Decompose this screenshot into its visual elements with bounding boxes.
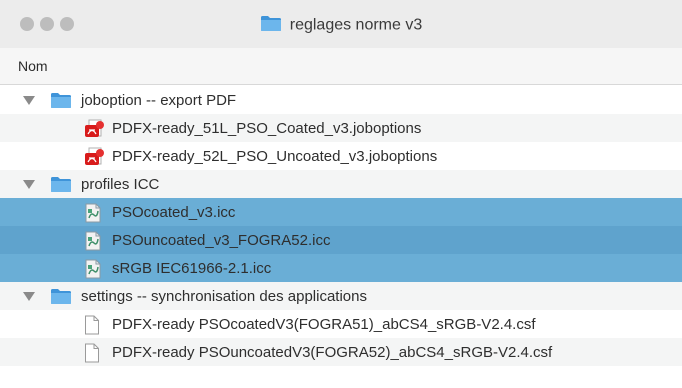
disclosure-triangle-icon[interactable]: [23, 292, 35, 301]
file-row[interactable]: PDFX-ready PSOcoatedV3(FOGRA51)_abCS4_sR…: [0, 310, 682, 338]
document-icon: [84, 343, 100, 367]
list-header: Nom: [0, 48, 682, 85]
disclosure-triangle-icon[interactable]: [23, 96, 35, 105]
folder-name: settings -- synchronisation des applicat…: [81, 288, 367, 305]
disclosure-triangle-icon[interactable]: [23, 180, 35, 189]
file-name: PSOuncoated_v3_FOGRA52.icc: [112, 232, 331, 249]
acrobat-joboptions-icon: [84, 119, 106, 143]
folder-icon: [260, 14, 282, 37]
file-row[interactable]: PDFX-ready PSOuncoatedV3(FOGRA52)_abCS4_…: [0, 338, 682, 366]
file-row[interactable]: PSOcoated_v3.icc: [0, 198, 682, 226]
file-row[interactable]: sRGB IEC61966-2.1.icc: [0, 254, 682, 282]
title-bar[interactable]: reglages norme v3: [0, 0, 682, 49]
document-icon: [84, 315, 100, 339]
acrobat-joboptions-icon: [84, 147, 106, 171]
file-name: sRGB IEC61966-2.1.icc: [112, 260, 272, 277]
folder-row[interactable]: settings -- synchronisation des applicat…: [0, 282, 682, 310]
folder-row[interactable]: profiles ICC: [0, 170, 682, 198]
icc-profile-icon: [84, 231, 102, 255]
file-name: PDFX-ready PSOuncoatedV3(FOGRA52)_abCS4_…: [112, 344, 553, 361]
icc-profile-icon: [84, 259, 102, 283]
folder-icon: [50, 175, 72, 197]
folder-name: profiles ICC: [81, 176, 160, 193]
icc-profile-icon: [84, 203, 102, 227]
file-row[interactable]: PSOuncoated_v3_FOGRA52.icc: [0, 226, 682, 254]
folder-icon: [50, 287, 72, 309]
window-title-text: reglages norme v3: [289, 16, 423, 34]
file-name: PSOcoated_v3.icc: [112, 204, 236, 221]
finder-window: reglages norme v3 Nom joboption -- expor…: [0, 0, 682, 388]
file-list: joboption -- export PDF PDFX-ready_51L_PS…: [0, 86, 682, 366]
folder-row[interactable]: joboption -- export PDF: [0, 86, 682, 114]
file-row[interactable]: PDFX-ready_52L_PSO_Uncoated_v3.joboption…: [0, 142, 682, 170]
name-column-header[interactable]: Nom: [18, 58, 48, 74]
file-name: PDFX-ready_51L_PSO_Coated_v3.joboptions: [112, 120, 422, 137]
folder-name: joboption -- export PDF: [81, 92, 237, 109]
window-title: reglages norme v3: [0, 14, 682, 37]
folder-icon: [50, 91, 72, 113]
file-name: PDFX-ready_52L_PSO_Uncoated_v3.joboption…: [112, 148, 438, 165]
file-row[interactable]: PDFX-ready_51L_PSO_Coated_v3.joboptions: [0, 114, 682, 142]
file-name: PDFX-ready PSOcoatedV3(FOGRA51)_abCS4_sR…: [112, 316, 536, 333]
